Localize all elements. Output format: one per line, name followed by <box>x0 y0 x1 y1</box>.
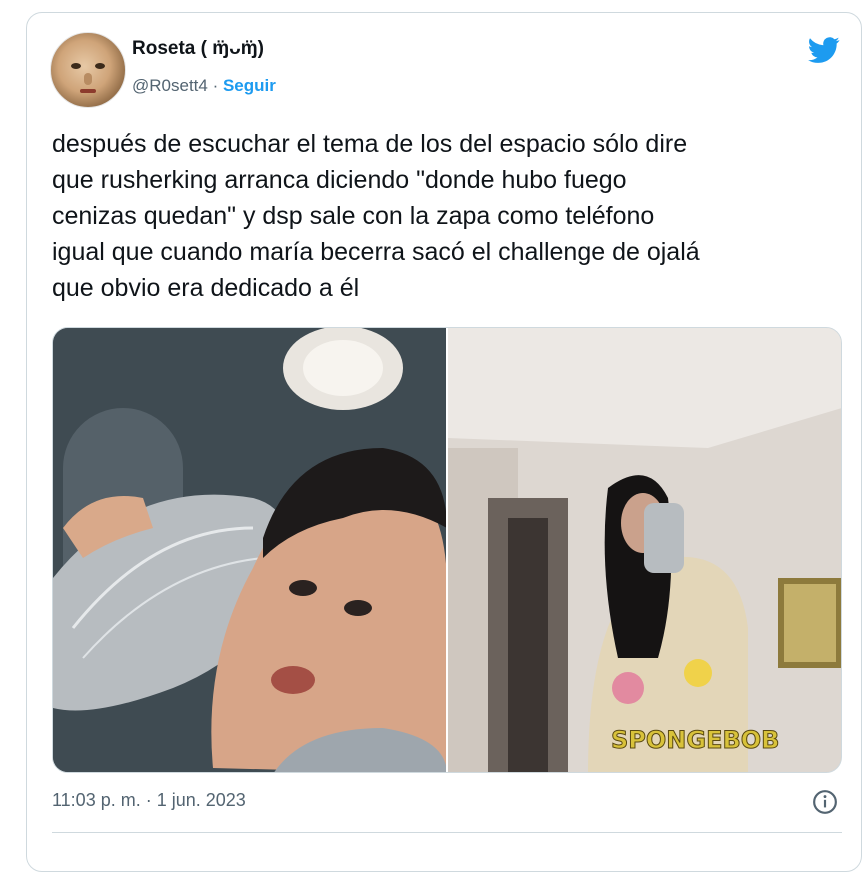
follow-button[interactable]: Seguir <box>223 76 276 95</box>
info-icon[interactable] <box>812 789 838 815</box>
author-display-name[interactable]: Roseta ( ɱ̈ᴗɱ̈) <box>132 38 264 60</box>
author-handle[interactable]: @R0sett4 <box>132 76 208 95</box>
separator: · <box>207 76 223 95</box>
tweet-text: después de escuchar el tema de los del e… <box>52 130 700 302</box>
photo-left-image <box>53 328 446 772</box>
avatar-nose <box>84 73 92 85</box>
shirt-text: SPONGEBOB <box>611 726 779 754</box>
media-photo-left[interactable] <box>53 328 446 772</box>
photo-right-image: SPONGEBOB <box>448 328 841 772</box>
avatar-eye <box>71 63 81 69</box>
avatar-mouth <box>80 89 96 93</box>
avatar[interactable] <box>50 32 126 108</box>
divider <box>52 832 842 833</box>
author-handle-row: @R0sett4 · Seguir <box>132 76 276 96</box>
twitter-bird-icon[interactable] <box>806 34 842 66</box>
avatar-eye <box>95 63 105 69</box>
tweet-media[interactable]: SPONGEBOB <box>52 327 842 773</box>
media-photo-right[interactable]: SPONGEBOB <box>448 328 841 772</box>
tweet-timestamp[interactable]: 11:03 p. m. · 1 jun. 2023 <box>52 790 246 811</box>
